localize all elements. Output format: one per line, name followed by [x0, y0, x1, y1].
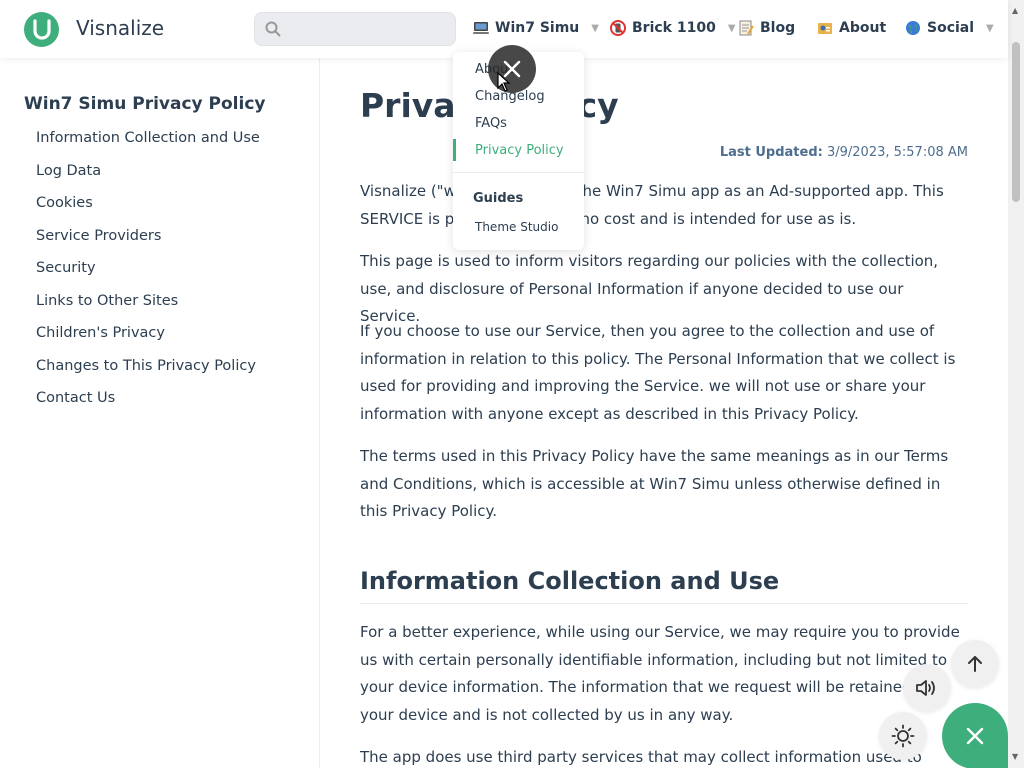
- scrollbar[interactable]: ▲ ▼: [1008, 0, 1024, 768]
- last-updated-value: 3/9/2023, 5:57:08 AM: [826, 145, 968, 160]
- nav-about-label: About: [839, 20, 887, 36]
- nav-brick-1100-label: Brick 1100: [632, 20, 716, 36]
- computer-icon: [473, 22, 489, 34]
- memo-icon: [739, 20, 754, 36]
- floating-menu-close-button[interactable]: [942, 703, 1008, 768]
- scrollbar-thumb[interactable]: [1012, 42, 1020, 202]
- sidebar-link-service-providers[interactable]: Service Providers: [36, 228, 161, 244]
- last-updated-label: Last Updated:: [719, 145, 823, 160]
- sidebar-link-cookies[interactable]: Cookies: [36, 195, 93, 211]
- nav-win7-simu-label: Win7 Simu: [495, 20, 580, 36]
- scroll-up-arrow-icon[interactable]: ▲: [1012, 6, 1018, 15]
- section-heading: Information Collection and Use: [360, 567, 968, 604]
- dropdown-item-faqs[interactable]: FAQs: [475, 116, 507, 131]
- sidebar-title[interactable]: Win7 Simu Privacy Policy: [24, 94, 266, 114]
- paragraph: For a better experience, while using our…: [360, 623, 960, 724]
- nav-about[interactable]: About: [817, 20, 886, 36]
- active-indicator: [453, 139, 456, 161]
- sidebar-link-changes[interactable]: Changes to This Privacy Policy: [36, 358, 256, 374]
- scroll-down-arrow-icon[interactable]: ▼: [1012, 752, 1018, 761]
- chevron-down-icon: ▼: [986, 22, 994, 34]
- dropdown-group-title: Guides: [473, 191, 524, 206]
- last-updated: Last Updated: 3/9/2023, 5:57:08 AM: [720, 145, 968, 160]
- sun-icon: [891, 724, 915, 748]
- nav-win7-simu[interactable]: Win7 Simu ▼: [473, 20, 599, 36]
- nav-brick-1100[interactable]: Brick 1100 ▼: [610, 20, 736, 36]
- nav-social[interactable]: Social ▼: [905, 20, 994, 36]
- sidebar: Win7 Simu Privacy Policy Information Col…: [0, 58, 320, 768]
- dropdown-item-theme-studio[interactable]: Theme Studio: [475, 220, 558, 234]
- search-icon: [265, 21, 281, 37]
- logo-u-icon: [32, 18, 51, 40]
- paragraph: The terms used in this Privacy Policy ha…: [360, 447, 949, 520]
- paragraph: If you choose to use our Service, then y…: [360, 322, 956, 423]
- dropdown-divider: [453, 172, 584, 173]
- brick-phone-icon: [610, 20, 626, 36]
- nav-blog[interactable]: Blog: [738, 20, 795, 36]
- speaker-icon: [916, 680, 935, 696]
- chevron-down-icon: ▼: [727, 22, 736, 34]
- sidebar-link-other-sites[interactable]: Links to Other Sites: [36, 293, 178, 309]
- paragraph: The app does use third party services th…: [360, 748, 922, 766]
- sound-toggle-button[interactable]: [903, 664, 951, 712]
- theme-toggle-button[interactable]: [879, 712, 927, 760]
- sidebar-link-log-data[interactable]: Log Data: [36, 163, 101, 179]
- sidebar-link-childrens-privacy[interactable]: Children's Privacy: [36, 325, 165, 341]
- close-icon: [966, 727, 984, 745]
- search-box[interactable]: [254, 12, 456, 46]
- back-to-top-button[interactable]: [951, 640, 999, 688]
- sidebar-link-contact-us[interactable]: Contact Us: [36, 390, 115, 406]
- globe-icon: [906, 21, 920, 35]
- chevron-down-icon: ▼: [591, 22, 599, 34]
- sidebar-link-security[interactable]: Security: [36, 260, 96, 276]
- brand-name[interactable]: Visnalize: [76, 16, 164, 40]
- nav-blog-label: Blog: [760, 20, 796, 36]
- mouse-pointer-icon: [497, 72, 511, 92]
- nav-social-label: Social: [927, 20, 975, 36]
- close-overlay-button[interactable]: [488, 45, 536, 93]
- dropdown-item-privacy-policy[interactable]: Privacy Policy: [475, 143, 564, 158]
- visnalize-logo[interactable]: [24, 12, 59, 47]
- paragraph: Visnalize ("we" or "us") built the Win7 …: [360, 182, 944, 228]
- id-card-icon: [818, 23, 832, 34]
- sidebar-link-information-collection[interactable]: Information Collection and Use: [36, 130, 260, 146]
- arrow-up-icon: [968, 656, 982, 672]
